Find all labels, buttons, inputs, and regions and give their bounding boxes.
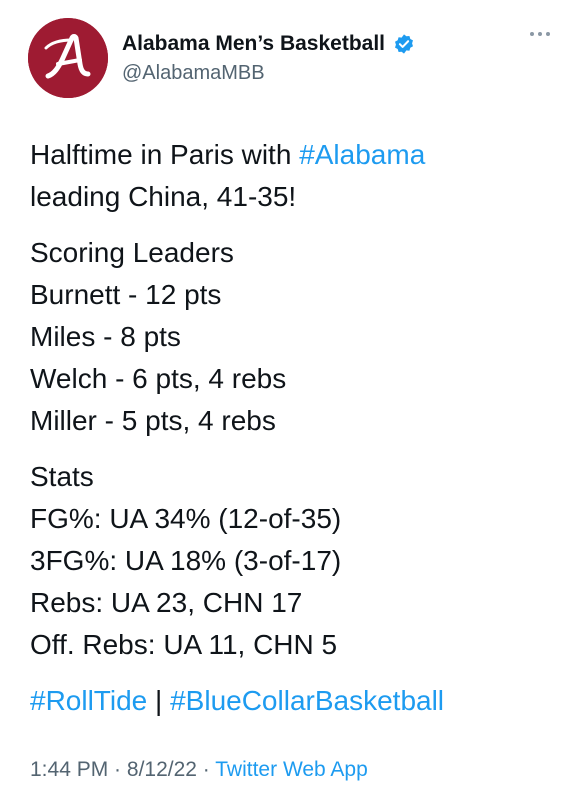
scoring-leaders-section: Scoring Leaders Burnett - 12 pts Miles -… xyxy=(30,232,560,442)
stats-line: Rebs: UA 23, CHN 17 xyxy=(30,587,303,618)
stats-heading: Stats xyxy=(30,461,94,492)
tweet-meta: 1:44 PM · 8/12/22 · Twitter Web App xyxy=(30,758,368,782)
name-row: Alabama Men’s Basketball xyxy=(122,28,415,60)
avatar[interactable] xyxy=(28,18,108,98)
script-a-logo-icon xyxy=(28,18,108,98)
intro-paragraph: Halftime in Paris with #Alabama leading C… xyxy=(30,134,560,218)
tweet-source[interactable]: Twitter Web App xyxy=(215,758,368,781)
author-info: Alabama Men’s Basketball @AlabamaMBB xyxy=(122,28,415,85)
more-horizontal-icon xyxy=(530,32,534,36)
scoring-line: Welch - 6 pts, 4 rebs xyxy=(30,363,287,394)
hashtag-separator: | xyxy=(147,685,171,716)
hashtag-link[interactable]: #Alabama xyxy=(299,139,425,170)
tweet-text: Halftime in Paris with #Alabama leading C… xyxy=(30,134,560,722)
more-options-button[interactable] xyxy=(524,22,556,46)
tweet-header: Alabama Men’s Basketball @AlabamaMBB xyxy=(28,18,560,100)
stats-line: 3FG%: UA 18% (3-of-17) xyxy=(30,545,342,576)
intro-text-2: leading China, 41-35! xyxy=(30,181,297,212)
handle[interactable]: @AlabamaMBB xyxy=(122,62,415,85)
scoring-line: Burnett - 12 pts xyxy=(30,279,222,310)
stats-line: FG%: UA 34% (12-of-35) xyxy=(30,503,342,534)
tweet-time[interactable]: 1:44 PM xyxy=(30,758,108,781)
hashtags-line: #RollTide | #BlueCollarBasketball xyxy=(30,680,560,722)
stats-section: Stats FG%: UA 34% (12-of-35) 3FG%: UA 18… xyxy=(30,456,560,666)
meta-dot: · xyxy=(108,758,127,781)
tweet-card: Alabama Men’s Basketball @AlabamaMBB Hal… xyxy=(0,0,580,800)
scoring-heading: Scoring Leaders xyxy=(30,237,234,268)
more-horizontal-icon xyxy=(546,32,550,36)
more-horizontal-icon xyxy=(538,32,542,36)
intro-text-1: Halftime in Paris with xyxy=(30,139,300,170)
tweet-date[interactable]: 8/12/22 xyxy=(127,758,197,781)
hashtag-link[interactable]: #BlueCollarBasketball xyxy=(170,685,444,716)
scoring-line: Miles - 8 pts xyxy=(30,321,181,352)
meta-dot: · xyxy=(196,758,216,781)
hashtag-link[interactable]: #RollTide xyxy=(30,685,147,716)
verified-badge-icon xyxy=(395,34,413,54)
display-name[interactable]: Alabama Men’s Basketball xyxy=(122,32,385,56)
stats-line: Off. Rebs: UA 11, CHN 5 xyxy=(30,629,338,660)
scoring-line: Miller - 5 pts, 4 rebs xyxy=(30,405,276,436)
